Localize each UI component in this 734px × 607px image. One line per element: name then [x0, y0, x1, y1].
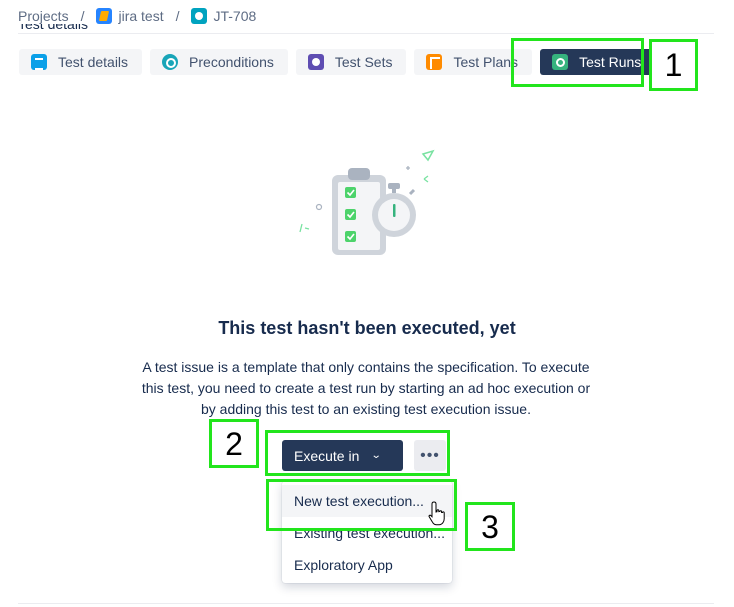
annotation-number-1: 1	[649, 39, 698, 91]
issue-type-icon	[191, 8, 208, 24]
tab-label: Test details	[58, 54, 129, 70]
breadcrumb-project-link[interactable]: jira test	[96, 8, 164, 24]
breadcrumb-issue-link[interactable]: JT-708	[191, 8, 256, 24]
execute-in-label: Execute in	[294, 447, 360, 464]
annotation-number-text: 1	[664, 47, 683, 83]
breadcrumb-projects-link[interactable]: Projects	[18, 8, 69, 24]
annotation-number-text: 3	[481, 508, 499, 545]
tab-test-details[interactable]: Test details	[19, 49, 143, 75]
test-plans-icon	[426, 54, 443, 70]
divider	[18, 33, 714, 34]
tab-preconditions[interactable]: Preconditions	[150, 49, 288, 75]
tab-label: Test Plans	[453, 54, 519, 70]
empty-state-description: A test issue is a template that only con…	[141, 359, 591, 417]
list-icon	[31, 54, 47, 70]
tab-test-sets[interactable]: Test Sets	[295, 49, 407, 75]
chevron-down-icon: ⌄	[371, 450, 383, 461]
tab-label: Test Sets	[334, 54, 393, 70]
breadcrumb-separator: /	[175, 8, 180, 24]
annotation-number-2: 2	[209, 419, 259, 468]
breadcrumb: Projects / jira test / JT-708	[18, 6, 256, 26]
breadcrumb-separator: /	[80, 8, 85, 24]
execute-in-button[interactable]: Execute in ⌄	[282, 440, 403, 471]
breadcrumb-issue-key: JT-708	[213, 8, 257, 24]
more-actions-button[interactable]: •••	[414, 440, 446, 471]
precondition-icon	[162, 54, 179, 70]
annotation-highlight-test-runs	[511, 38, 644, 87]
project-icon	[96, 8, 113, 24]
menu-item-exploratory-app[interactable]: Exploratory App	[282, 549, 452, 581]
tab-label: Preconditions	[189, 54, 274, 70]
empty-state-title: This test hasn't been executed, yet	[218, 318, 516, 338]
breadcrumb-project-label: jira test	[118, 8, 164, 24]
more-icon: •••	[420, 446, 440, 464]
divider	[18, 603, 714, 604]
breadcrumb-projects-label: Projects	[18, 8, 69, 24]
test-sets-icon	[307, 54, 324, 70]
hand-pointer-icon	[428, 501, 445, 526]
section-label-text: Test details	[18, 24, 89, 32]
annotation-number-text: 2	[225, 425, 243, 462]
clipboard-stopwatch-illustration	[299, 149, 435, 255]
annotation-number-3: 3	[465, 502, 515, 551]
